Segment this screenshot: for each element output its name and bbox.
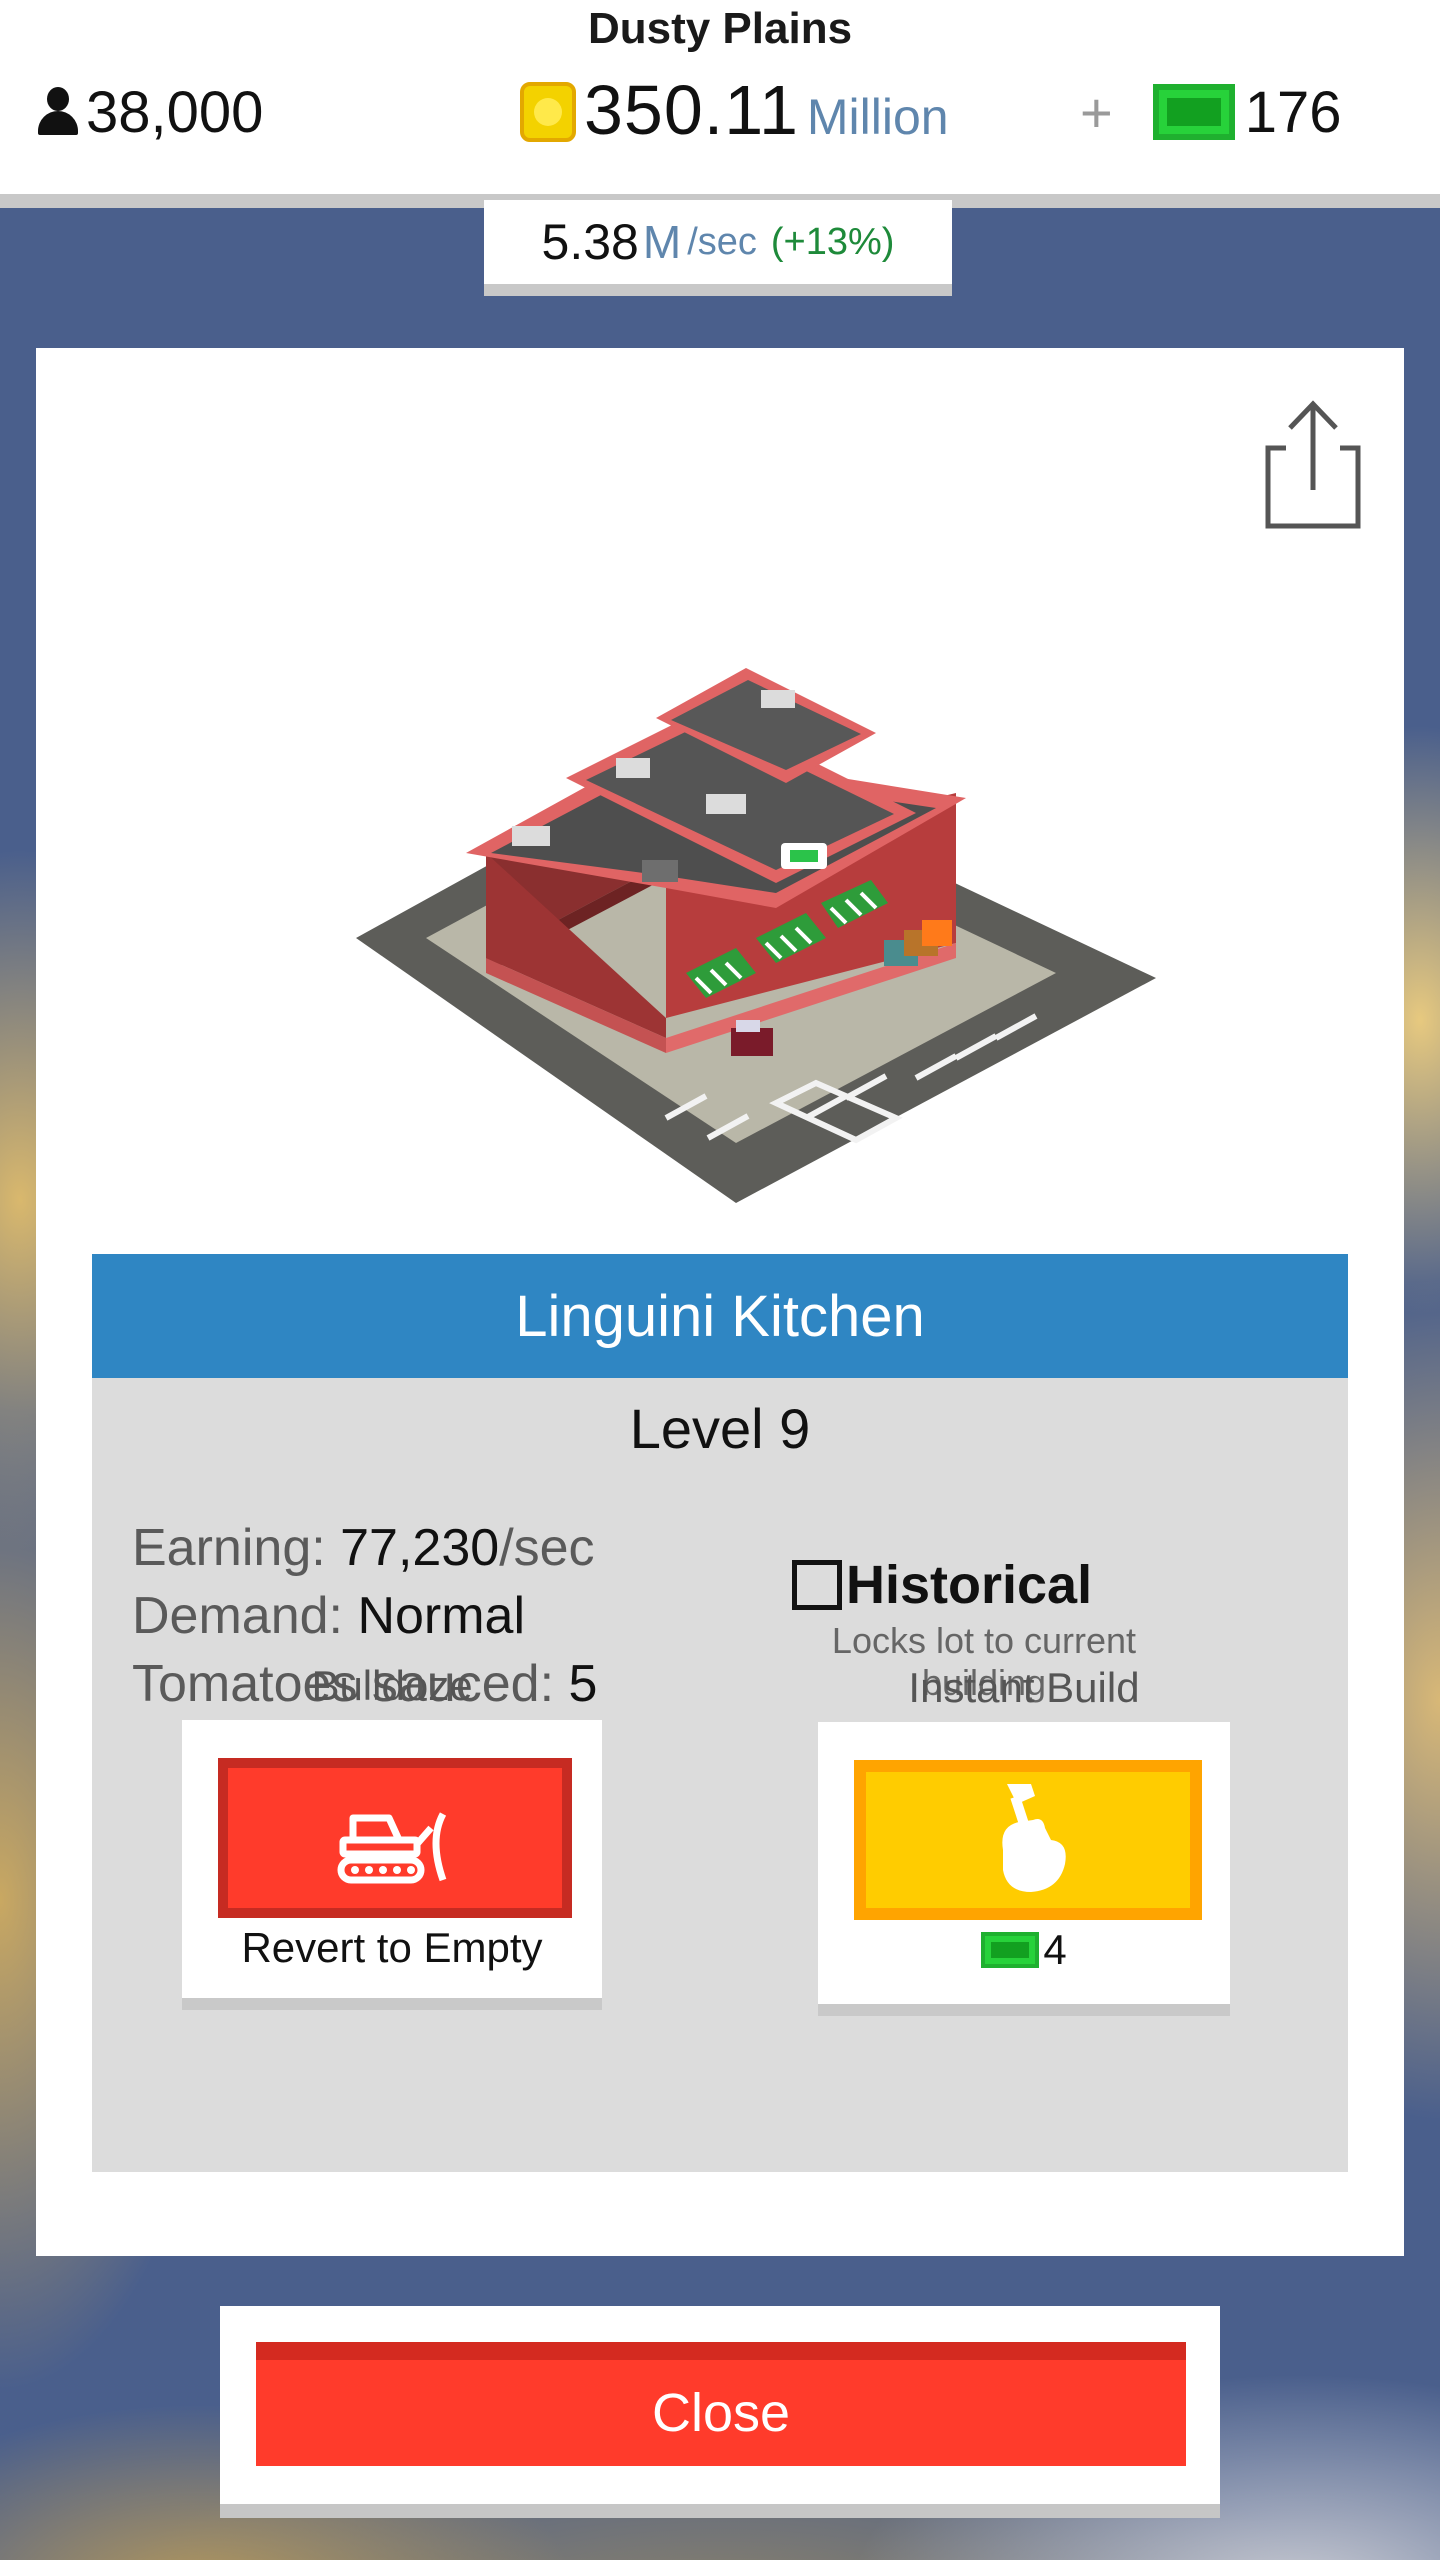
close-button[interactable]: Close: [256, 2342, 1186, 2466]
share-button[interactable]: [1246, 398, 1366, 538]
city-bucks-icon: [1152, 84, 1235, 140]
cash-value: 350.11: [584, 71, 799, 149]
earning-label: Earning:: [132, 1519, 341, 1577]
person-icon: [36, 87, 80, 137]
income-bonus: (+13%): [770, 220, 895, 263]
add-bucks-button[interactable]: +: [1080, 80, 1113, 145]
demand-value: Normal: [357, 1587, 526, 1645]
hammer-hand-icon: [1002, 1784, 1066, 1892]
city-bucks-icon: [981, 1932, 1040, 1968]
instant-build-cost: 4: [818, 1926, 1230, 1974]
income-rate-tab: 5.38 M /sec (+13%): [484, 200, 952, 296]
bulldoze-button[interactable]: [218, 1758, 572, 1918]
bulldozer-icon: [337, 1812, 447, 1884]
instant-build-button[interactable]: [854, 1760, 1202, 1920]
city-bucks-counter[interactable]: + 176: [1080, 72, 1341, 152]
income-rate-unit: M: [642, 216, 682, 268]
building-level: Level 9: [629, 1397, 811, 1460]
linguini-kitchen-building: [356, 668, 1156, 1203]
share-icon: [1265, 400, 1361, 529]
historical-checkbox[interactable]: [792, 1560, 842, 1610]
income-rate-period: /sec: [687, 220, 757, 263]
instant-build-box: 4: [818, 1722, 1230, 2016]
income-rate-value: 5.38: [541, 214, 639, 270]
top-hud: Dusty Plains 38,000 350.11 Million + 176: [0, 0, 1440, 208]
building-name: Linguini Kitchen: [92, 1254, 1348, 1378]
city-bucks-value: 176: [1244, 79, 1342, 145]
population-counter[interactable]: 38,000: [36, 72, 263, 152]
coin-icon: [520, 82, 576, 142]
building-info-card: Linguini Kitchen Level 9 Earning: 77,230…: [92, 1254, 1348, 2172]
demand-label: Demand:: [132, 1587, 358, 1645]
earning-value: 77,230: [340, 1519, 500, 1577]
region-name[interactable]: Dusty Plains: [0, 4, 1440, 54]
building-panel: Linguini Kitchen Level 9 Earning: 77,230…: [36, 348, 1404, 2256]
bulldoze-box: Revert to Empty: [182, 1720, 602, 2010]
close-button-frame: Close: [220, 2306, 1220, 2518]
earning-row: Earning: 77,230/sec: [132, 1514, 597, 1582]
historical-label: Historical: [846, 1555, 1093, 1615]
earning-unit: /sec: [499, 1519, 595, 1577]
bulldoze-label: Bulldoze: [311, 1662, 473, 1709]
demand-row: Demand: Normal: [132, 1582, 597, 1650]
instant-build-cost-value: 4: [1043, 1926, 1067, 1973]
bulldoze-caption: Revert to Empty: [241, 1924, 543, 1971]
cash-unit: Million: [806, 89, 949, 145]
cash-counter[interactable]: 350.11 Million: [520, 70, 949, 154]
instant-build-label: Instant Build: [908, 1664, 1140, 1711]
population-value: 38,000: [86, 79, 264, 145]
